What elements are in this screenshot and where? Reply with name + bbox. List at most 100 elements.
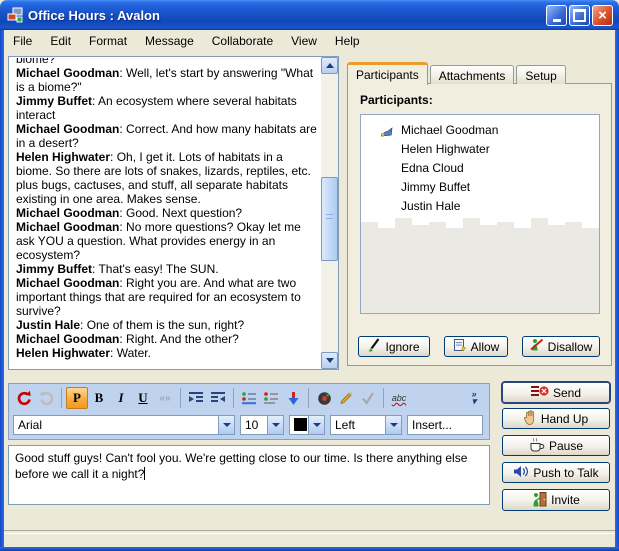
special-characters-button[interactable]: «» [154,387,176,409]
participant-row[interactable]: Helen Highwater [361,141,599,160]
toolbar-overflow-button[interactable]: »▾ [463,387,485,409]
window-border-left [0,28,4,551]
minimize-button[interactable] [546,5,567,26]
format-toolbar: P B I U «» abc »▾ Arial [8,383,490,440]
menu-item-format[interactable]: Format [80,31,136,51]
chat-transcript-content: biome?Michael Goodman: Well, let's start… [10,58,320,368]
menu-item-message[interactable]: Message [136,31,203,51]
chat-transcript[interactable]: biome?Michael Goodman: Well, let's start… [8,56,339,370]
participant-name: Jimmy Buffet [401,180,470,194]
coffee-cup-icon [529,437,545,455]
indent-increase-button[interactable] [185,387,207,409]
tab-participants[interactable]: Participants [347,62,428,85]
scroll-up-button[interactable] [321,57,338,74]
toolbar-separator [233,388,234,408]
plain-paragraph-button[interactable]: P [66,387,88,409]
record-button[interactable] [313,387,335,409]
speaking-indicator-icon [380,125,393,142]
toolbar-font-row: Arial 10 Left Insert... [9,412,489,437]
chat-message: Jimmy Buffet: An ecosystem where several… [16,94,317,122]
toolbar-separator [383,388,384,408]
hand-up-button[interactable]: Hand Up [502,408,610,429]
insert-field[interactable]: Insert... [407,415,483,435]
italic-button[interactable]: I [110,387,132,409]
tab-attachments[interactable]: Attachments [430,65,515,84]
chat-message: Michael Goodman: Good. Next question? [16,206,317,220]
chat-message: Justin Hale: One of them is the sun, rig… [16,318,317,332]
font-family-select[interactable]: Arial [13,415,235,435]
spellcheck-button[interactable]: abc [388,387,410,409]
participant-row[interactable]: Jimmy Buffet [361,179,599,198]
participants-panel: Participants: Michael Goodman Helen Highw… [347,83,612,366]
participant-row[interactable]: Justin Hale [361,198,599,217]
menu-item-edit[interactable]: Edit [41,31,80,51]
alignment-select[interactable]: Left [330,415,402,435]
indent-decrease-button[interactable] [207,387,229,409]
menu-bar: FileEditFormatMessageCollaborateViewHelp [4,30,615,51]
bold-button[interactable]: B [88,387,110,409]
message-input[interactable]: Good stuff guys! Can't fool you. We're g… [8,445,490,505]
bullet-list-button[interactable] [238,387,260,409]
participants-list[interactable]: Michael Goodman Helen Highwater Edna Cloud… [360,114,600,314]
participant-name: Helen Highwater [401,142,490,156]
render-artifact-edge [361,217,599,231]
allow-button[interactable]: Allow [444,336,508,357]
status-divider [4,530,615,534]
moderation-buttons: Ignore Allow Disallow [358,336,600,357]
window-border-bottom [0,547,619,551]
text-caret [144,467,145,480]
underline-button[interactable]: U [132,387,154,409]
tab-setup[interactable]: Setup [516,65,565,84]
send-button[interactable]: Send [502,382,610,403]
chevron-down-icon[interactable] [218,416,234,434]
toolbar-separator [308,388,309,408]
disallow-button[interactable]: Disallow [522,336,600,357]
app-window: Office Hours : Avalon × FileEditFormatMe… [0,0,619,551]
font-size-select[interactable]: 10 [240,415,284,435]
chevron-down-icon[interactable] [385,416,401,434]
color-swatch [294,418,307,431]
chat-message: Michael Goodman: No more questions? Okay… [16,220,317,262]
chevron-down-icon[interactable] [308,416,324,434]
push-to-talk-button[interactable]: Push to Talk [502,462,610,483]
ignore-icon [368,338,381,355]
ignore-button[interactable]: Ignore [358,336,430,357]
participant-name: Justin Hale [401,199,460,213]
menu-item-view[interactable]: View [282,31,326,51]
move-down-button[interactable] [282,387,304,409]
chevron-overflow-icon: »▾ [471,391,476,405]
toolbar-icons-row: P B I U «» abc »▾ [9,384,489,412]
font-color-select[interactable] [289,415,325,435]
chevron-down-icon[interactable] [267,416,283,434]
menu-item-collaborate[interactable]: Collaborate [203,31,282,51]
menu-item-file[interactable]: File [4,31,41,51]
window-controls: × [546,5,613,26]
close-button[interactable]: × [592,5,613,26]
allow-icon [453,338,467,355]
chat-scrollbar[interactable] [321,57,338,369]
participant-name: Michael Goodman [401,123,498,137]
highlighter-button[interactable] [335,387,357,409]
pause-button[interactable]: Pause [502,435,610,456]
participants-label: Participants: [360,93,433,107]
invite-button[interactable]: Invite [502,489,610,511]
undo-button[interactable] [13,387,35,409]
scroll-down-button[interactable] [321,352,338,369]
participant-row[interactable]: Michael Goodman [361,122,599,141]
chat-message: Michael Goodman: Well, let's start by an… [16,66,317,94]
send-icon [531,385,549,400]
numbered-list-button[interactable] [260,387,282,409]
invite-door-icon [532,491,547,510]
chat-message: Jimmy Buffet: That's easy! The SUN. [16,262,317,276]
maximize-button[interactable] [569,5,590,26]
chat-message: biome? [16,58,317,66]
panel-tabs: ParticipantsAttachmentsSetup [347,61,568,84]
scrollbar-thumb[interactable] [321,177,338,261]
menu-item-help[interactable]: Help [326,31,369,51]
confirm-edit-button[interactable] [357,387,379,409]
redo-button[interactable] [35,387,57,409]
message-text: Good stuff guys! Can't fool you. We're g… [15,451,467,481]
window-border-right [615,28,619,551]
title-bar[interactable]: Office Hours : Avalon × [0,0,619,30]
participant-row[interactable]: Edna Cloud [361,160,599,179]
